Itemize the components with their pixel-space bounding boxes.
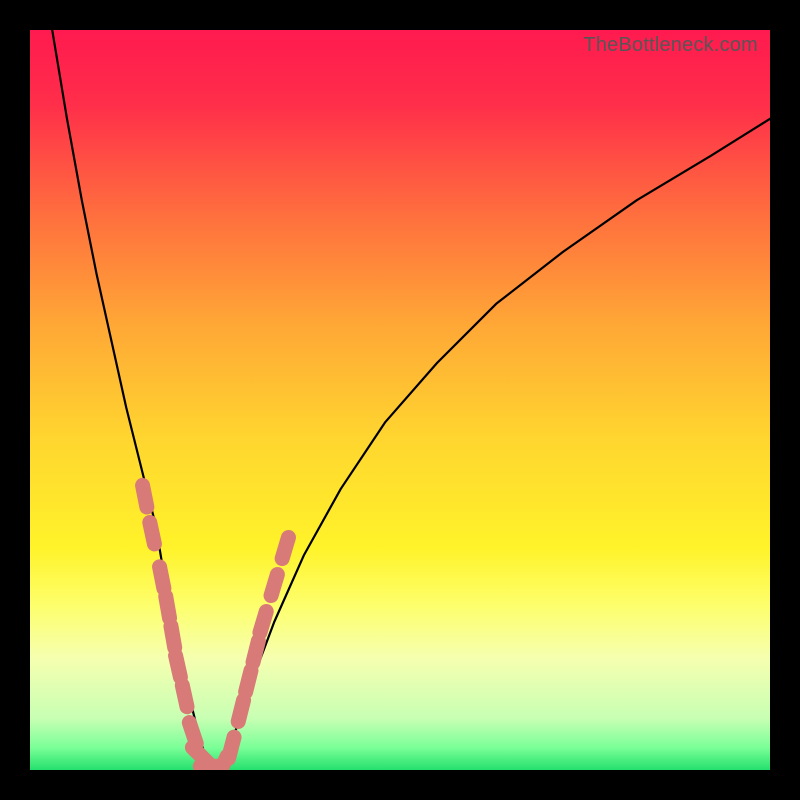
marker-group: [143, 485, 289, 770]
marker: [150, 522, 155, 544]
plot-area: TheBottleneck.com: [30, 30, 770, 770]
marker: [160, 567, 164, 589]
marker: [253, 641, 258, 662]
marker: [282, 537, 288, 558]
marker: [166, 596, 170, 618]
chart-frame: TheBottleneck.com: [0, 0, 800, 800]
marker: [260, 611, 266, 632]
curve-layer: [30, 30, 770, 770]
marker: [229, 737, 235, 758]
marker: [143, 485, 147, 507]
marker: [271, 574, 277, 595]
watermark-text: TheBottleneck.com: [583, 34, 758, 57]
marker: [171, 626, 175, 648]
bottleneck-curve: [52, 30, 770, 770]
marker: [246, 671, 251, 692]
marker: [176, 656, 181, 677]
marker: [238, 700, 243, 721]
marker: [182, 685, 187, 706]
